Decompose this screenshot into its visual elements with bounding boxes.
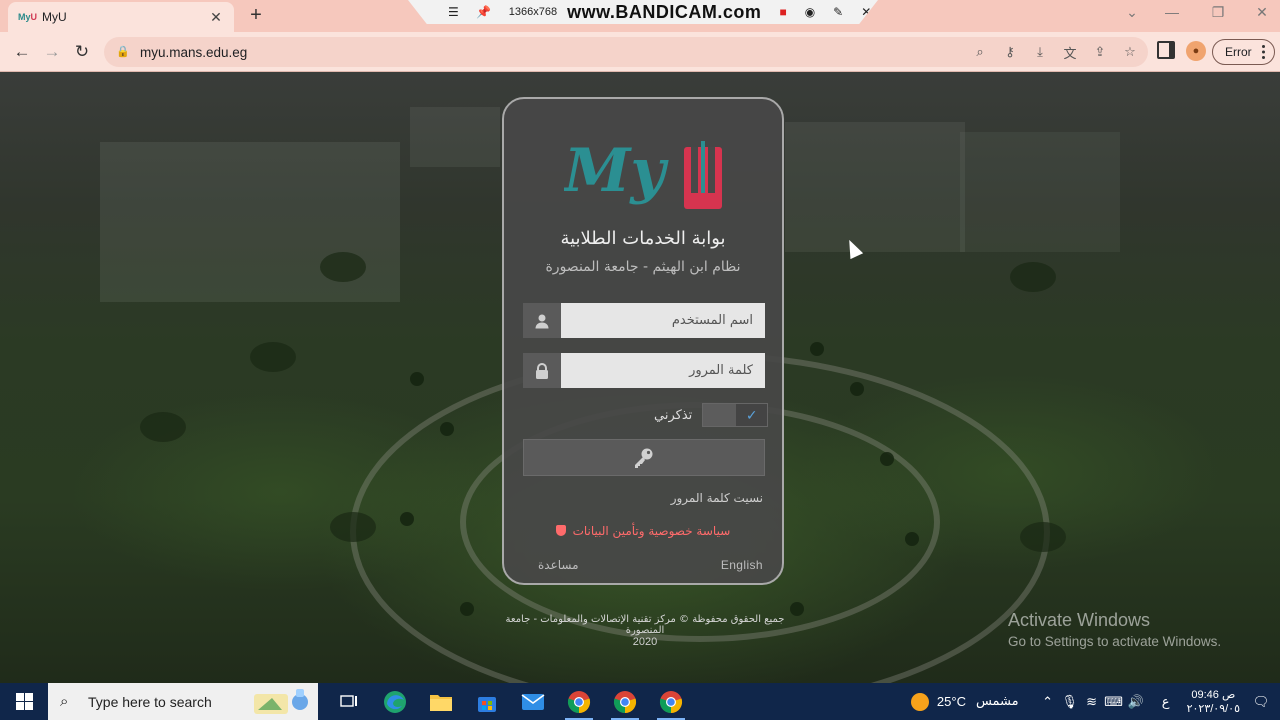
profile-avatar[interactable]: ● [1186, 41, 1206, 61]
zoom-search-icon[interactable]: ⌕ [970, 42, 990, 62]
lock-icon [523, 353, 561, 388]
install-app-icon[interactable]: ⤓ [1030, 42, 1050, 62]
volume-icon[interactable]: 🔊 [1125, 694, 1147, 710]
bookmark-star-icon[interactable]: ☆ [1120, 42, 1140, 62]
input-language[interactable]: ع [1155, 694, 1177, 710]
browser-tab-strip: My U MyU ✕ + ☰ 📌 1366x768 www.BANDICAM.co… [0, 0, 1280, 32]
pencil-icon[interactable]: ✎ [833, 5, 843, 19]
portal-subtitle: نظام ابن الهيثم - جامعة المنصورة [545, 259, 741, 275]
microphone-icon[interactable]: 🎙 [1059, 694, 1081, 710]
chrome-icon[interactable] [556, 683, 602, 720]
windows-taskbar: ⌕ Type here to search 25°C مشمس ⌃ 🎙 ≋ ⌨ … [0, 683, 1280, 720]
activate-windows-watermark: Activate Windows Go to Settings to activ… [1008, 610, 1221, 649]
copyright-year: 2020 [632, 636, 658, 648]
clock-time: 09:46 ص [1191, 688, 1236, 701]
menu-icon[interactable]: ☰ [448, 5, 459, 19]
lock-icon[interactable]: 🔒 [116, 45, 130, 59]
windows-logo-icon [15, 693, 33, 710]
myu-favicon-icon: My U [18, 12, 38, 22]
url-text: myu.mans.edu.eg [140, 44, 248, 60]
wifi-icon[interactable]: ≋ [1081, 694, 1103, 710]
shield-icon [555, 525, 566, 536]
recorder-resolution: 1366x768 [508, 6, 558, 18]
record-stop-icon[interactable]: ■ [779, 5, 786, 19]
activate-windows-title: Activate Windows [1008, 610, 1151, 630]
svg-text:My: My [564, 136, 669, 206]
translate-icon[interactable]: 文 [1060, 42, 1080, 62]
password-field-group [523, 353, 765, 388]
task-view-icon[interactable] [326, 683, 372, 720]
key-icon [635, 448, 653, 468]
search-highlight-illustration-icon [254, 689, 308, 714]
store-icon[interactable] [464, 683, 510, 720]
edge-icon[interactable] [372, 683, 418, 720]
side-panel-icon[interactable] [1157, 41, 1175, 59]
close-icon[interactable]: ✕ [861, 5, 871, 19]
back-arrow-icon[interactable]: ← [10, 40, 34, 64]
key-icon[interactable]: ⚷ [1000, 42, 1020, 62]
tab-title: MyU [42, 10, 67, 24]
reload-icon[interactable]: ↻ [70, 40, 94, 64]
tab-search-chevron-down-icon[interactable]: ⌄ [1120, 4, 1144, 24]
search-icon: ⌕ [60, 692, 69, 710]
camera-icon[interactable]: ◉ [805, 5, 815, 19]
address-bar[interactable]: 🔒 myu.mans.edu.eg ⌕ ⚷ ⤓ 文 ⇪ ☆ [104, 37, 1148, 67]
recorder-brand: www.BANDICAM.com [567, 1, 762, 22]
password-input[interactable] [561, 353, 765, 388]
weather-sun-icon[interactable] [910, 692, 929, 711]
error-button[interactable]: Error [1212, 39, 1275, 65]
remember-me-row: تذكرني ✓ [654, 403, 769, 427]
help-link[interactable]: مساعدة [538, 558, 579, 572]
recorder-overlay: ☰ 📌 1366x768 www.BANDICAM.com ■ ◉ ✎ ✕ [408, 0, 878, 24]
checkmark-icon: ✓ [736, 404, 768, 426]
browser-toolbar: ← → ↻ 🔒 myu.mans.edu.eg ⌕ ⚷ ⤓ 文 ⇪ ☆ ● Er… [0, 32, 1280, 72]
close-tab-icon[interactable]: ✕ [208, 9, 224, 25]
share-icon[interactable]: ⇪ [1090, 42, 1110, 62]
taskbar-search-box[interactable]: ⌕ Type here to search [48, 683, 318, 720]
weather-description[interactable]: مشمس [976, 694, 1019, 709]
remember-me-label: تذكرني [654, 407, 693, 423]
user-icon [523, 303, 561, 338]
input-indicator-icon[interactable]: ⌨ [1103, 694, 1125, 710]
window-close-icon[interactable]: ✕ [1250, 4, 1274, 24]
mail-icon[interactable] [510, 683, 556, 720]
username-input[interactable] [561, 303, 765, 338]
chrome-icon[interactable] [648, 683, 694, 720]
forgot-password-link[interactable]: نسيت كلمة المرور [671, 491, 763, 505]
pin-icon[interactable]: 📌 [476, 5, 491, 19]
minimize-icon[interactable]: — [1160, 4, 1184, 24]
chrome-icon[interactable] [602, 683, 648, 720]
login-card: My بوابة الخدمات الطلابية نظام ابن الهيث… [502, 97, 784, 585]
forward-arrow-icon[interactable]: → [40, 40, 64, 64]
chevron-up-icon[interactable]: ⌃ [1037, 694, 1059, 710]
more-menu-icon[interactable] [1262, 45, 1265, 59]
myu-logo: My [564, 136, 722, 209]
activate-windows-hint: Go to Settings to activate Windows. [1008, 634, 1222, 649]
privacy-policy-link[interactable]: سياسة خصوصية وتأمين البيانات [504, 524, 782, 538]
file-explorer-icon[interactable] [418, 683, 464, 720]
new-tab-button[interactable]: + [246, 5, 266, 26]
clock-date: ٢٠٢٣/٠٩/٠٥ [1186, 702, 1240, 715]
remember-me-toggle[interactable]: ✓ [702, 403, 769, 427]
notification-icon[interactable]: 🗨 [1250, 694, 1272, 710]
copyright-text: جميع الحقوق محفوظة © مركز تقنية الإتصالا… [505, 614, 785, 636]
system-tray: 25°C مشمس ⌃ 🎙 ≋ ⌨ 🔊 ع 09:46 ص ٢٠٢٣/٠٩/٠٥… [910, 683, 1280, 720]
username-field-group [523, 303, 765, 338]
restore-icon[interactable]: ❐ [1206, 4, 1230, 24]
privacy-policy-label: سياسة خصوصية وتأمين البيانات [572, 524, 731, 538]
browser-tab[interactable]: My U MyU ✕ [8, 2, 234, 32]
portal-title: بوابة الخدمات الطلابية [560, 228, 726, 249]
windows-start-button[interactable] [0, 683, 48, 720]
login-button[interactable] [523, 439, 765, 476]
clock[interactable]: 09:46 ص ٢٠٢٣/٠٩/٠٥ [1187, 688, 1240, 716]
language-switch-link[interactable]: English [721, 558, 763, 572]
taskbar-search-placeholder: Type here to search [88, 693, 212, 710]
weather-temperature[interactable]: 25°C [937, 694, 966, 709]
